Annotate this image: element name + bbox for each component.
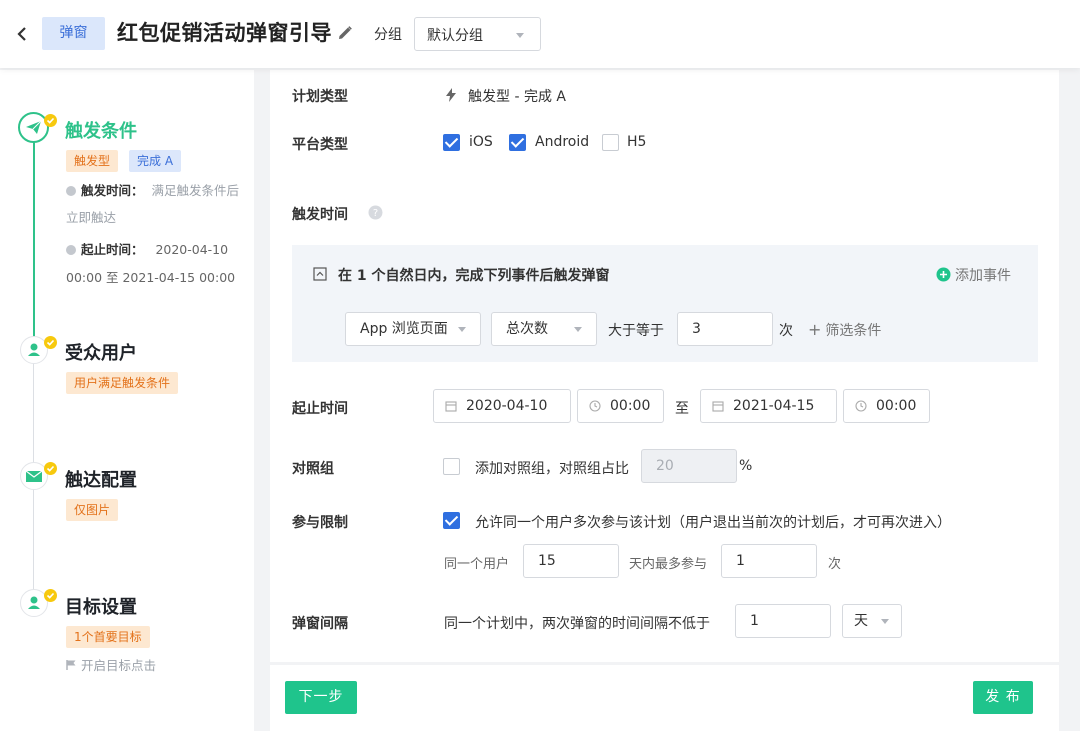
page-title: 红包促销活动弹窗引导 — [117, 21, 332, 45]
chevron-down-icon — [516, 33, 524, 38]
group-select[interactable]: 默认分组 — [414, 17, 541, 51]
checkbox-h5[interactable] — [602, 134, 619, 151]
goal-click-link[interactable]: 开启目标点击 — [66, 652, 156, 680]
step-complete-check-icon — [44, 336, 57, 349]
step-title-trigger[interactable]: 触发条件 — [65, 117, 137, 143]
operator-text: 大于等于 — [608, 323, 664, 339]
calendar-icon — [445, 401, 457, 412]
trigger-time-label: 触发时间 — [292, 207, 348, 223]
to-text: 至 — [675, 401, 689, 417]
badge-complete-a: 完成 A — [129, 150, 182, 172]
next-step-button[interactable]: 下一步 — [285, 681, 357, 714]
type-tag: 弹窗 — [42, 17, 105, 50]
footer-bar: 下一步 发 布 — [270, 665, 1059, 731]
add-event-button[interactable]: 添加事件 — [936, 265, 1011, 285]
svg-text:?: ? — [373, 208, 378, 219]
h5-label: H5 — [627, 134, 647, 150]
limit-within-text: 天内最多参与 — [629, 557, 708, 572]
interval-unit-select[interactable]: 天 — [842, 604, 902, 638]
top-bar: 弹窗 红包促销活动弹窗引导 分组 默认分组 — [0, 0, 1080, 68]
limit-label: 参与限制 — [292, 515, 348, 531]
interval-input[interactable]: 1 — [735, 604, 831, 638]
form-panel: 计划类型 触发型 - 完成 A 平台类型 iOS Android H5 触发时间… — [270, 70, 1059, 662]
back-arrow-icon[interactable] — [12, 22, 32, 46]
trigger-time-info-cont: 立即触达 — [66, 210, 117, 225]
limit-times-unit: 次 — [828, 557, 842, 572]
checkbox-control-group[interactable] — [443, 458, 460, 475]
clock-icon — [66, 245, 76, 255]
clock-icon — [855, 400, 867, 412]
step-title-audience[interactable]: 受众用户 — [65, 339, 137, 365]
period-info: 起止时间： 2020-04-10 — [66, 236, 228, 264]
calendar-icon — [712, 401, 724, 412]
step-title-delivery[interactable]: 触达配置 — [65, 466, 137, 492]
publish-button[interactable]: 发 布 — [973, 681, 1033, 714]
group-select-value: 默认分组 — [427, 28, 483, 44]
control-unit: % — [739, 458, 753, 474]
control-group-text: 添加对照组，对照组占比 — [475, 461, 629, 477]
step-complete-check-icon — [44, 462, 57, 475]
badge-goal: 1个首要目标 — [66, 626, 150, 648]
progress-line-done — [33, 140, 35, 340]
clock-icon — [66, 186, 76, 196]
badge-audience: 用户满足触发条件 — [66, 372, 179, 394]
metric-select[interactable]: 总次数 — [491, 312, 597, 346]
help-icon[interactable]: ? — [368, 205, 383, 220]
badge-delivery: 仅图片 — [66, 499, 119, 521]
event-select[interactable]: App 浏览页面 — [345, 312, 481, 346]
control-ratio-input[interactable]: 20 — [641, 449, 737, 483]
end-date-input[interactable]: 2021-04-15 — [700, 389, 837, 423]
control-group-label: 对照组 — [292, 461, 334, 477]
limit-user-text: 同一个用户 — [444, 557, 510, 572]
step-complete-check-icon — [44, 589, 57, 602]
plan-type-label: 计划类型 — [292, 89, 348, 105]
group-label: 分组 — [374, 27, 402, 43]
chevron-down-icon — [881, 619, 889, 624]
collapse-icon[interactable] — [313, 267, 327, 281]
start-date-input[interactable]: 2020-04-10 — [433, 389, 571, 423]
checkbox-ios[interactable] — [443, 134, 460, 151]
period-label: 起止时间 — [292, 401, 348, 417]
edit-pencil-icon[interactable] — [336, 24, 354, 42]
limit-times-input[interactable]: 1 — [721, 544, 817, 578]
checkbox-allow-repeat[interactable] — [443, 512, 460, 529]
plus-circle-icon — [936, 267, 951, 282]
period-info-cont: 00:00 至 2021-04-15 00:00 — [66, 270, 236, 285]
interval-label: 弹窗间隔 — [292, 616, 348, 632]
lightning-icon — [446, 88, 456, 102]
android-label: Android — [535, 134, 590, 150]
clock-icon — [589, 400, 601, 412]
platform-label: 平台类型 — [292, 137, 348, 153]
step-title-goal[interactable]: 目标设置 — [65, 593, 137, 619]
plus-icon: + — [808, 320, 822, 339]
badge-trigger-type: 触发型 — [66, 150, 119, 172]
trigger-event-panel: 在 1 个自然日内，完成下列事件后触发弹窗 添加事件 App 浏览页面 总次数 … — [292, 245, 1038, 362]
flag-icon — [66, 660, 76, 670]
count-input[interactable]: 3 — [677, 312, 773, 346]
ios-label: iOS — [469, 134, 493, 150]
add-filter-button[interactable]: + 筛选条件 — [808, 320, 881, 340]
trigger-time-info: 触发时间： 满足触发条件后 — [66, 177, 239, 205]
chevron-down-icon — [574, 327, 582, 332]
count-unit: 次 — [779, 323, 793, 339]
step-complete-check-icon — [44, 114, 57, 127]
end-time-input[interactable]: 00:00 — [843, 389, 930, 423]
checkbox-android[interactable] — [509, 134, 526, 151]
plan-type-value: 触发型 - 完成 A — [468, 89, 566, 105]
interval-text: 同一个计划中，两次弹窗的时间间隔不低于 — [444, 616, 710, 632]
limit-days-input[interactable]: 15 — [523, 544, 619, 578]
start-time-input[interactable]: 00:00 — [577, 389, 664, 423]
limit-text: 允许同一个用户多次参与该计划（用户退出当前次的计划后，才可再次进入） — [475, 515, 951, 531]
panel-title: 在 1 个自然日内，完成下列事件后触发弹窗 — [338, 268, 610, 284]
chevron-down-icon — [458, 327, 466, 332]
